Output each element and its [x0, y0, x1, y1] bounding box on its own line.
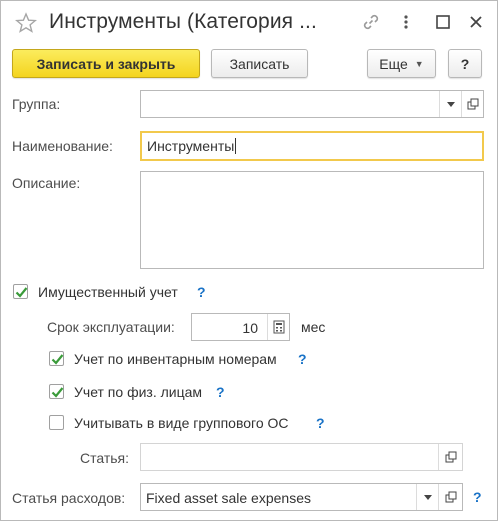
expense-open-button[interactable]	[438, 484, 462, 510]
checkmark-icon	[51, 387, 64, 398]
inventory-numbers-checkbox[interactable]	[49, 351, 64, 366]
individuals-checkbox[interactable]	[49, 384, 64, 399]
article-field[interactable]	[140, 443, 463, 471]
expense-article-value: Fixed asset sale expenses	[146, 490, 311, 506]
window-title: Инструменты (Категория ...	[49, 10, 317, 33]
more-button[interactable]: Еще ▼	[367, 49, 436, 78]
save-and-close-label: Записать и закрыть	[36, 55, 176, 72]
more-label: Еще	[379, 55, 408, 72]
group-os-help[interactable]: ?	[316, 415, 325, 431]
expense-article-help[interactable]: ?	[473, 489, 482, 505]
property-accounting-label: Имущественный учет	[38, 284, 178, 300]
form-window: Инструменты (Категория ... Записать и за…	[0, 0, 498, 521]
service-life-field[interactable]: 10	[191, 313, 290, 341]
checkmark-icon	[15, 287, 28, 298]
chevron-down-icon	[423, 494, 432, 500]
favorite-star-icon[interactable]	[15, 12, 37, 37]
save-and-close-button[interactable]: Записать и закрыть	[12, 49, 200, 78]
individuals-label: Учет по физ. лицам	[74, 384, 203, 400]
open-button[interactable]	[461, 91, 483, 117]
service-life-unit: мес	[301, 319, 326, 335]
article-label: Статья:	[80, 450, 130, 466]
service-life-label: Срок эксплуатации:	[47, 319, 175, 335]
close-icon[interactable]	[469, 15, 483, 32]
link-icon[interactable]	[362, 13, 380, 34]
name-field[interactable]: Инструменты	[140, 131, 484, 161]
dropdown-arrow-icon: ▼	[414, 58, 424, 69]
individuals-help[interactable]: ?	[216, 384, 225, 400]
help-label: ?	[460, 55, 470, 72]
property-accounting-checkbox[interactable]	[13, 284, 28, 299]
group-os-checkbox[interactable]	[49, 415, 64, 430]
expense-article-label: Статья расходов:	[12, 490, 126, 506]
open-form-icon	[445, 491, 456, 503]
description-field[interactable]	[140, 171, 484, 269]
help-button[interactable]: ?	[448, 49, 482, 78]
open-form-icon	[467, 98, 478, 110]
article-open-button[interactable]	[438, 444, 462, 470]
inventory-numbers-label: Учет по инвентарным номерам	[74, 351, 277, 367]
expense-dropdown-button[interactable]	[416, 484, 438, 510]
group-os-label: Учитывать в виде группового ОС	[74, 415, 289, 431]
checkmark-icon	[51, 354, 64, 365]
inventory-numbers-help[interactable]: ?	[298, 351, 307, 367]
property-accounting-help[interactable]: ?	[197, 284, 206, 300]
open-form-icon	[445, 451, 456, 463]
name-label: Наименование:	[12, 138, 113, 154]
group-field[interactable]	[140, 90, 484, 118]
calculator-icon	[273, 320, 284, 334]
save-label: Записать	[229, 55, 290, 72]
chevron-down-icon	[446, 101, 455, 107]
name-value: Инструменты	[147, 138, 235, 154]
text-cursor	[235, 138, 237, 154]
expense-article-field[interactable]: Fixed asset sale expenses	[140, 483, 463, 511]
description-label: Описание:	[12, 175, 81, 191]
save-button[interactable]: Записать	[211, 49, 308, 78]
calculator-button[interactable]	[267, 314, 289, 340]
vertical-dots-icon[interactable]	[402, 13, 410, 34]
dropdown-button[interactable]	[439, 91, 461, 117]
service-life-value: 10	[242, 320, 258, 336]
group-label: Группа:	[12, 96, 61, 112]
maximize-icon[interactable]	[436, 15, 450, 32]
